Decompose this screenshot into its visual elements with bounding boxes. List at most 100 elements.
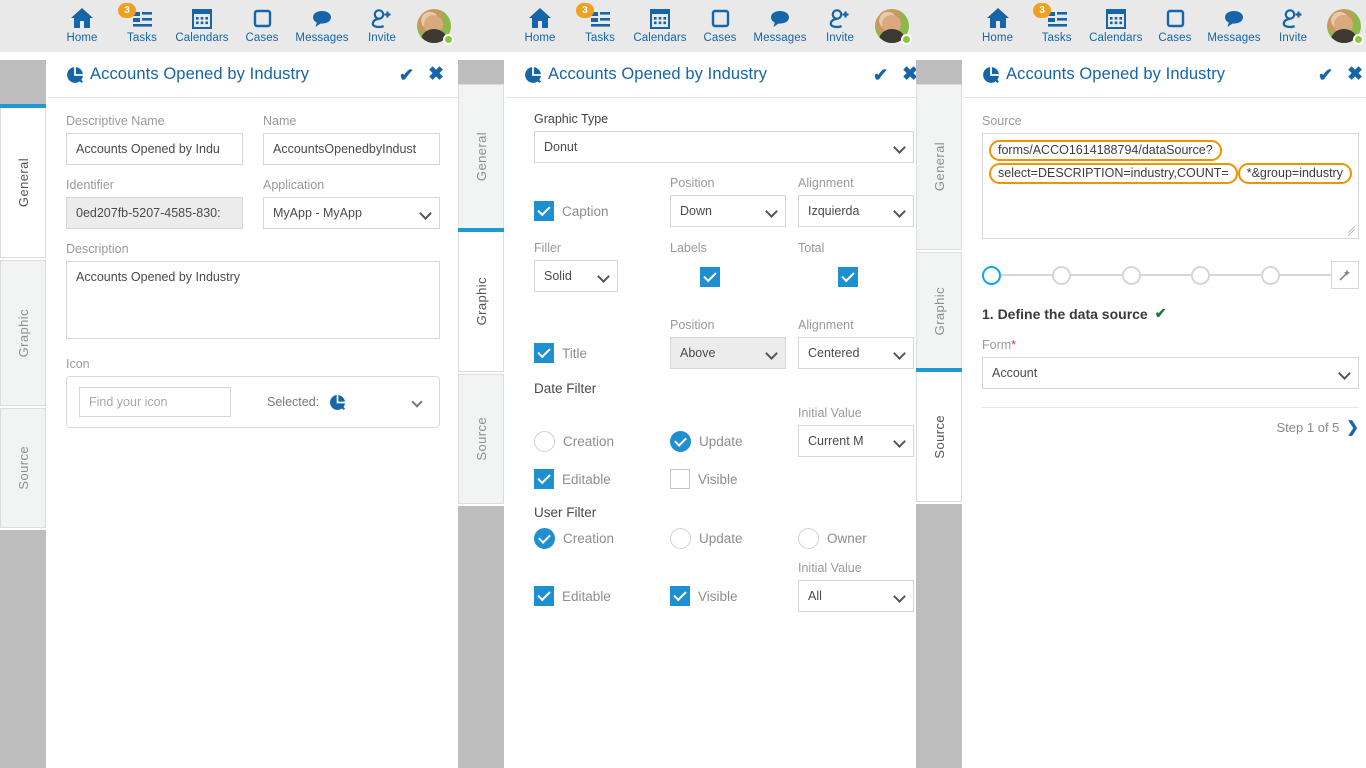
avatar[interactable]	[412, 0, 456, 52]
panel-header: Accounts Opened by Industry ✔ ✖	[48, 52, 458, 98]
nav-label: Calendars	[1089, 32, 1143, 44]
tab-source[interactable]: Source	[0, 408, 46, 528]
nav-item-messages[interactable]: Messages	[1204, 0, 1263, 52]
field-source: Source forms/ACCO1614188794/dataSource? …	[982, 114, 1359, 239]
labels-checkbox[interactable]	[700, 266, 720, 287]
nav-item-cases[interactable]: Cases	[1145, 0, 1204, 52]
caption-position-select[interactable]: Down	[670, 195, 786, 227]
descriptive-name-input[interactable]	[66, 133, 243, 165]
field-name: Name	[263, 114, 440, 165]
step-dot-3[interactable]	[1121, 265, 1141, 285]
step-dot-5[interactable]	[1261, 265, 1281, 285]
nav-item-tasks[interactable]: 3 Tasks	[112, 0, 172, 52]
user-creation-radio[interactable]	[534, 528, 555, 549]
graphic-type-select[interactable]: Donut	[534, 131, 914, 163]
avatar[interactable]	[1323, 0, 1366, 52]
source-highlight-group: *&group=industry	[1237, 163, 1352, 184]
nav-item-tasks[interactable]: 3 Tasks	[1027, 0, 1086, 52]
panel1-content: Accounts Opened by Industry ✔ ✖ Descript…	[48, 52, 458, 768]
nav-item-tasks[interactable]: 3 Tasks	[570, 0, 630, 52]
description-textarea[interactable]: Accounts Opened by Industry	[66, 261, 440, 339]
date-editable-checkbox[interactable]	[534, 469, 554, 489]
user-update-radio[interactable]	[670, 528, 691, 549]
field-graphic-type: Graphic Type Donut	[534, 112, 914, 163]
step-dot-2[interactable]	[1051, 265, 1071, 285]
step-line	[1140, 274, 1192, 276]
caption-alignment-select[interactable]: Izquierda	[798, 195, 914, 227]
user-owner-radio[interactable]	[798, 528, 819, 549]
close-button[interactable]: ✖	[428, 65, 444, 84]
check-icon: ✔	[1154, 305, 1167, 321]
close-button[interactable]: ✖	[902, 65, 916, 84]
tab-source[interactable]: Source	[916, 368, 962, 502]
date-visible-checkbox[interactable]	[670, 469, 690, 489]
cases-icon	[707, 5, 733, 31]
nav-item-invite[interactable]: Invite	[352, 0, 412, 52]
total-checkbox[interactable]	[838, 266, 858, 287]
application-select[interactable]: MyApp - MyApp	[263, 197, 440, 229]
source-line-1: forms/ACCO1614188794/dataSource?	[989, 140, 1352, 161]
tab-graphic[interactable]: Graphic	[0, 260, 46, 406]
nav-item-messages[interactable]: Messages	[750, 0, 810, 52]
date-update-radio[interactable]	[670, 430, 691, 452]
caption-position-label: Position	[670, 176, 715, 190]
step-dot-1[interactable]	[982, 265, 1001, 285]
nav-item-calendars[interactable]: Calendars	[1086, 0, 1145, 52]
nav-item-invite[interactable]: Invite	[1264, 0, 1323, 52]
user-visible-checkbox[interactable]	[670, 586, 690, 606]
name-input[interactable]	[263, 133, 440, 165]
panel-header: Accounts Opened by Industry ✔ ✖	[506, 52, 916, 98]
title-position-select[interactable]: Above	[670, 337, 786, 369]
caption-checkbox[interactable]	[534, 201, 554, 221]
accept-button[interactable]: ✔	[873, 66, 888, 84]
nav-item-calendars[interactable]: Calendars	[630, 0, 690, 52]
avatar[interactable]	[870, 0, 914, 52]
nav-item-cases[interactable]: Cases	[690, 0, 750, 52]
tab-label: Source	[473, 417, 489, 461]
nav-item-calendars[interactable]: Calendars	[172, 0, 232, 52]
accept-button[interactable]: ✔	[399, 66, 414, 84]
user-editable-checkbox[interactable]	[534, 586, 554, 606]
nav-label: Calendars	[633, 32, 687, 44]
user-editable-label: Editable	[562, 588, 611, 604]
user-initial-value-select[interactable]: All	[798, 580, 914, 612]
form-select[interactable]: Account	[982, 357, 1359, 389]
nav-item-home[interactable]: Home	[52, 0, 112, 52]
tab-graphic[interactable]: Graphic	[458, 228, 504, 372]
resize-handle-icon[interactable]	[1347, 225, 1356, 237]
filler-wrap: Solid	[534, 260, 618, 292]
date-editable-row: Editable	[534, 469, 658, 489]
source-textarea[interactable]: forms/ACCO1614188794/dataSource? select=…	[982, 133, 1359, 239]
identifier-input[interactable]	[66, 197, 243, 229]
title-alignment-select[interactable]: Centered	[798, 337, 914, 369]
chevron-down-icon[interactable]	[411, 396, 423, 408]
nav-label: Cases	[245, 32, 279, 44]
step-dot-4[interactable]	[1191, 265, 1211, 285]
chevron-right-icon: ❯	[1346, 419, 1359, 436]
step-navigation[interactable]: Step 1 of 5 ❯	[982, 418, 1359, 436]
tab-general[interactable]: General	[916, 84, 962, 250]
title-checkbox[interactable]	[534, 343, 554, 363]
tab-general[interactable]: General	[458, 84, 504, 230]
icon-search-input[interactable]	[79, 387, 231, 417]
nav-item-cases[interactable]: Cases	[232, 0, 292, 52]
tab-graphic[interactable]: Graphic	[916, 252, 962, 370]
close-button[interactable]: ✖	[1347, 65, 1363, 84]
nav-item-home[interactable]: Home	[510, 0, 570, 52]
nav-label: Cases	[1158, 32, 1192, 44]
field-label: Description	[66, 242, 129, 256]
tab-spacer-bottom	[916, 504, 962, 768]
field-label: Identifier	[66, 178, 114, 192]
tab-general[interactable]: General	[0, 104, 46, 258]
filler-select[interactable]: Solid	[534, 260, 618, 292]
nav-item-home[interactable]: Home	[968, 0, 1027, 52]
field-form: Form* Account	[982, 338, 1359, 389]
nav-item-messages[interactable]: Messages	[292, 0, 352, 52]
accept-button[interactable]: ✔	[1318, 66, 1333, 84]
tab-label: Source	[931, 414, 947, 459]
magic-wand-icon[interactable]	[1330, 261, 1359, 289]
nav-item-invite[interactable]: Invite	[810, 0, 870, 52]
tab-source[interactable]: Source	[458, 374, 504, 504]
date-creation-radio[interactable]	[534, 430, 555, 452]
date-initial-value-select[interactable]: Current M	[798, 425, 914, 457]
